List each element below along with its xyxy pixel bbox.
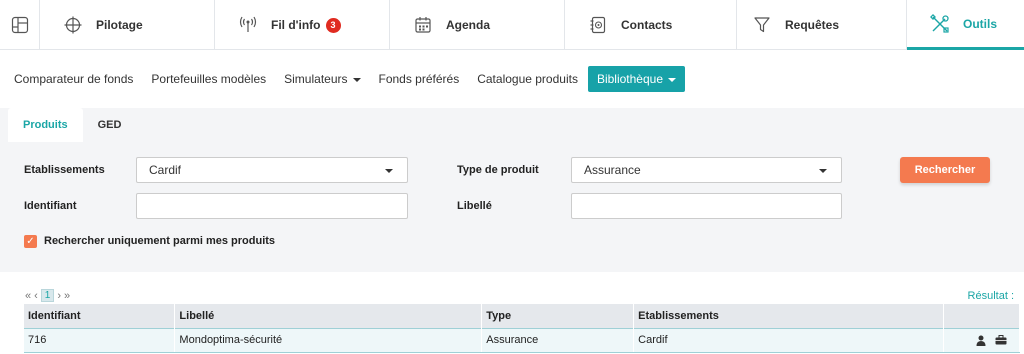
etablissements-select[interactable]: Cardif	[136, 157, 408, 183]
nav-tab-contacts[interactable]: Contacts	[565, 0, 737, 50]
identifiant-input[interactable]	[136, 193, 408, 219]
subnav-label: Simulateurs	[284, 72, 348, 86]
caret-down-icon	[668, 77, 677, 82]
first-page-button[interactable]: «	[25, 290, 31, 302]
subnav-comparateur[interactable]: Comparateur de fonds	[14, 72, 133, 86]
cell-libelle: Mondoptima-sécurité	[174, 327, 483, 353]
nav-tab-label: Pilotage	[96, 18, 143, 32]
column-header[interactable]: Etablissements	[633, 304, 944, 328]
antenna-icon	[237, 14, 259, 36]
nav-tab-label: Requêtes	[785, 18, 840, 32]
subnav-label: Catalogue produits	[477, 72, 578, 86]
cell-type: Assurance	[481, 327, 635, 353]
column-header[interactable]: Identifiant	[24, 304, 176, 328]
nav-tab-outils[interactable]: Outils	[907, 0, 1024, 50]
tools-icon	[929, 13, 951, 35]
tab-ged[interactable]: GED	[83, 108, 137, 142]
sub-navigation: Comparateur de fonds Portefeuilles modèl…	[14, 66, 703, 92]
table-header-row: Identifiant Libellé Type Etablissements	[24, 304, 1020, 328]
user-icon[interactable]	[976, 335, 986, 346]
nav-tab-fil-info[interactable]: Fil d'info 3	[215, 0, 390, 50]
type-produit-select[interactable]: Assurance	[571, 157, 842, 183]
cell-actions	[943, 327, 1020, 353]
subnav-label: Portefeuilles modèles	[151, 72, 267, 86]
select-value: Cardif	[149, 163, 182, 177]
prev-page-button[interactable]: ‹	[34, 290, 38, 302]
panel-tabs: Produits GED	[8, 108, 136, 142]
next-page-button[interactable]: ›	[57, 290, 61, 302]
result-count-label: Résultat :	[967, 290, 1014, 302]
subnav-label: Fonds préférés	[378, 72, 460, 86]
nav-tab-pilotage[interactable]: Pilotage	[40, 0, 215, 50]
subnav-bibliotheque[interactable]: Bibliothèque	[587, 66, 686, 92]
etablissements-label: Etablissements	[24, 164, 105, 176]
column-header[interactable]: Type	[481, 304, 635, 328]
dashboard-tab[interactable]	[0, 0, 40, 50]
cell-identifiant: 716	[24, 327, 176, 353]
type-produit-label: Type de produit	[457, 164, 539, 176]
nav-tab-label: Contacts	[621, 18, 673, 32]
nav-tab-agenda[interactable]: Agenda	[390, 0, 565, 50]
select-value: Assurance	[584, 163, 641, 177]
funnel-icon	[751, 14, 773, 36]
caret-down-icon	[819, 169, 827, 173]
subnav-label: Bibliothèque	[596, 72, 664, 86]
nav-tab-requetes[interactable]: Requêtes	[737, 0, 907, 50]
briefcase-icon[interactable]	[995, 335, 1007, 345]
nav-tab-label: Outils	[963, 16, 998, 31]
column-header[interactable]: Libellé	[174, 304, 483, 328]
subnav-portefeuilles[interactable]: Portefeuilles modèles	[151, 72, 266, 86]
libelle-input[interactable]	[571, 193, 842, 219]
top-navigation: Pilotage Fil d'info 3 Agenda Contacts Re…	[0, 0, 1024, 50]
last-page-button[interactable]: »	[64, 290, 70, 302]
dashboard-icon	[11, 16, 28, 34]
notification-badge: 3	[325, 17, 341, 33]
search-button[interactable]: Rechercher	[900, 157, 990, 183]
caret-down-icon	[352, 77, 361, 82]
subnav-simulateurs[interactable]: Simulateurs	[284, 72, 361, 86]
tab-produits[interactable]: Produits	[8, 108, 83, 142]
page-number[interactable]: 1	[40, 289, 55, 302]
calendar-icon	[412, 14, 434, 36]
subnav-catalogue[interactable]: Catalogue produits	[477, 72, 578, 86]
caret-down-icon	[385, 169, 393, 173]
cell-etablissements: Cardif	[633, 327, 944, 353]
table-row[interactable]: 716 Mondoptima-sécurité Assurance Cardif	[24, 327, 1020, 353]
results-table: Identifiant Libellé Type Etablissements …	[24, 304, 1020, 353]
only-mine-checkbox[interactable]: ✓	[24, 235, 37, 248]
column-header	[943, 304, 1020, 328]
identifiant-label: Identifiant	[24, 200, 77, 212]
libelle-label: Libellé	[457, 200, 492, 212]
subnav-fonds-preferes[interactable]: Fonds préférés	[379, 72, 460, 86]
nav-tab-label: Agenda	[446, 18, 491, 32]
subnav-label: Comparateur de fonds	[14, 72, 134, 86]
pagination: « ‹ 1 › »	[25, 289, 73, 302]
contact-book-icon	[587, 14, 609, 36]
nav-tab-label: Fil d'info	[271, 18, 321, 32]
only-mine-label: Rechercher uniquement parmi mes produits	[44, 235, 276, 247]
crosshair-icon	[62, 14, 84, 36]
